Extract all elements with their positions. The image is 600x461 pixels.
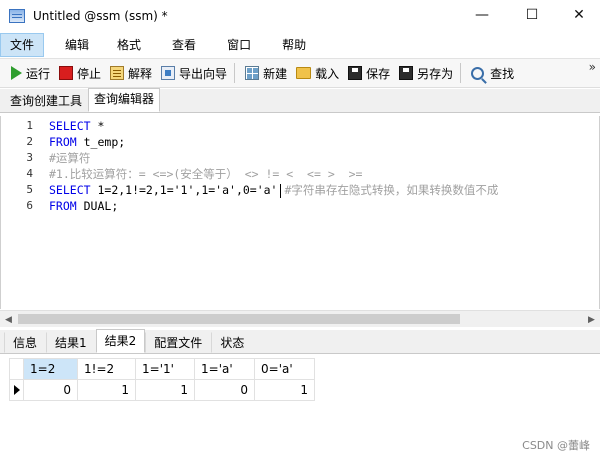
export-wizard-label: 导出向导 bbox=[179, 66, 228, 81]
result-grid-area: 1=2 1!=2 1='1' 1='a' 0='a' 0 1 1 0 1 CSD… bbox=[0, 355, 600, 461]
stop-label: 停止 bbox=[77, 66, 102, 81]
code-line-4: #1.比较运算符：= <=>(安全等于） <> != < <= > >= bbox=[49, 167, 363, 181]
menu-bar: 文件 编辑 格式 查看 窗口 帮助 bbox=[0, 33, 600, 57]
code-line-2: FROM t_emp; bbox=[49, 134, 125, 150]
row-pointer-icon bbox=[14, 385, 20, 395]
sql-text: 1=2,1!=2,1='1',1='a',0='a' bbox=[90, 183, 278, 197]
line-number: 3 bbox=[26, 151, 33, 164]
sql-keyword: FROM bbox=[49, 135, 77, 149]
sql-text: DUAL; bbox=[76, 199, 119, 213]
stop-icon bbox=[59, 66, 74, 80]
close-button[interactable]: ✕ bbox=[556, 0, 600, 30]
save-label: 保存 bbox=[366, 66, 391, 81]
toolbar-separator bbox=[460, 63, 462, 83]
column-header[interactable]: 1='a' bbox=[194, 358, 255, 380]
result-tab-strip: 信息 结果1 结果2 配置文件 状态 bbox=[0, 329, 600, 354]
scroll-left-arrow-icon[interactable]: ◀ bbox=[0, 311, 17, 328]
save-as-button[interactable]: 另存为 bbox=[396, 62, 456, 84]
run-label: 运行 bbox=[26, 66, 51, 81]
run-button[interactable]: 运行 bbox=[8, 62, 53, 84]
tab-result-2[interactable]: 结果2 bbox=[95, 329, 146, 353]
save-as-label: 另存为 bbox=[417, 66, 454, 81]
maximize-button[interactable]: ☐ bbox=[509, 0, 555, 30]
tab-result-1[interactable]: 结果1 bbox=[46, 332, 96, 353]
menu-help[interactable]: 帮助 bbox=[273, 33, 315, 57]
result-grid: 1=2 1!=2 1='1' 1='a' 0='a' 0 1 1 0 1 bbox=[9, 358, 315, 401]
new-label: 新建 bbox=[263, 66, 288, 81]
sql-keyword: FROM bbox=[49, 199, 77, 213]
current-row-indicator bbox=[9, 379, 24, 401]
window-title: Untitled @ssm (ssm) * bbox=[33, 9, 168, 23]
tab-query-editor[interactable]: 查询编辑器 bbox=[88, 88, 161, 112]
line-number: 4 bbox=[26, 167, 33, 180]
grid-cell[interactable]: 1 bbox=[135, 379, 195, 401]
column-header[interactable]: 0='a' bbox=[254, 358, 315, 380]
text-caret bbox=[280, 183, 282, 198]
grid-cell[interactable]: 1 bbox=[77, 379, 136, 401]
grid-header-row: 1=2 1!=2 1='1' 1='a' 0='a' bbox=[9, 358, 315, 380]
menu-file[interactable]: 文件 bbox=[0, 33, 45, 57]
line-number: 2 bbox=[26, 135, 33, 148]
horizontal-scrollbar[interactable]: ◀ ▶ bbox=[0, 310, 600, 327]
grid-cell[interactable]: 1 bbox=[254, 379, 315, 401]
new-query-icon bbox=[245, 66, 260, 80]
line-number: 1 bbox=[26, 119, 33, 132]
line-number-gutter: 1 2 3 4 5 6 bbox=[1, 116, 41, 309]
menu-format[interactable]: 格式 bbox=[108, 33, 150, 57]
toolbar-overflow-button[interactable]: » bbox=[589, 61, 596, 73]
code-line-3: #运算符 bbox=[49, 151, 91, 165]
column-header[interactable]: 1!=2 bbox=[77, 358, 136, 380]
sql-comment: #字符串存在隐式转换，如果转换数值不成 bbox=[284, 183, 499, 197]
tab-query-builder[interactable]: 查询创建工具 bbox=[4, 90, 88, 112]
grid-cell[interactable]: 0 bbox=[23, 379, 78, 401]
sql-keyword: SELECT bbox=[49, 119, 91, 133]
line-number: 5 bbox=[26, 183, 33, 196]
menu-window[interactable]: 窗口 bbox=[218, 33, 260, 57]
grid-cell[interactable]: 0 bbox=[194, 379, 255, 401]
toolbar: 运行 停止 解释 导出向导 新建 载入 保存 另存为 查找 » bbox=[0, 58, 600, 88]
export-wizard-button[interactable]: 导出向导 bbox=[158, 62, 230, 84]
menu-edit[interactable]: 编辑 bbox=[56, 33, 98, 57]
watermark: CSDN @蕾峰 bbox=[522, 439, 590, 452]
scrollbar-thumb[interactable] bbox=[18, 314, 460, 324]
play-icon bbox=[11, 66, 22, 80]
code-line-1: SELECT * bbox=[49, 118, 104, 134]
save-icon bbox=[348, 66, 363, 80]
find-button[interactable]: 查找 bbox=[468, 62, 517, 84]
tab-status[interactable]: 状态 bbox=[211, 332, 253, 353]
load-button[interactable]: 载入 bbox=[293, 62, 342, 84]
explain-button[interactable]: 解释 bbox=[107, 62, 155, 84]
tab-profile[interactable]: 配置文件 bbox=[145, 332, 211, 353]
explain-label: 解释 bbox=[128, 66, 153, 81]
folder-icon bbox=[296, 67, 312, 79]
column-header[interactable]: 1=2 bbox=[23, 358, 78, 380]
row-header-corner bbox=[9, 358, 24, 380]
minimize-button[interactable]: — bbox=[459, 0, 505, 30]
save-as-icon bbox=[399, 66, 414, 80]
sql-keyword: SELECT bbox=[49, 183, 91, 197]
stop-button[interactable]: 停止 bbox=[56, 62, 104, 84]
new-button[interactable]: 新建 bbox=[242, 62, 290, 84]
search-icon bbox=[471, 66, 485, 80]
scroll-right-arrow-icon[interactable]: ▶ bbox=[583, 311, 600, 328]
title-bar: Untitled @ssm (ssm) * — ☐ ✕ bbox=[0, 0, 600, 32]
column-header[interactable]: 1='1' bbox=[135, 358, 195, 380]
load-label: 载入 bbox=[315, 66, 340, 81]
app-icon bbox=[9, 9, 25, 23]
toolbar-separator bbox=[234, 63, 236, 83]
code-line-5: SELECT 1=2,1!=2,1='1',1='a',0='a' #字符串存在隐… bbox=[49, 182, 498, 198]
sql-text: * bbox=[90, 119, 105, 133]
sql-editor[interactable]: 1 2 3 4 5 6 SELECT * FROM t_emp; #运算符 #1… bbox=[0, 116, 600, 309]
menu-view[interactable]: 查看 bbox=[163, 33, 205, 57]
sql-text: t_emp; bbox=[76, 135, 126, 149]
editor-tab-strip: 查询创建工具 查询编辑器 bbox=[0, 88, 600, 113]
code-line-6: FROM DUAL; bbox=[49, 198, 118, 214]
tab-info[interactable]: 信息 bbox=[4, 332, 46, 353]
find-label: 查找 bbox=[490, 66, 515, 81]
save-button[interactable]: 保存 bbox=[345, 62, 393, 84]
line-number: 6 bbox=[26, 199, 33, 212]
explain-icon bbox=[110, 66, 125, 80]
table-row[interactable]: 0 1 1 0 1 bbox=[9, 379, 315, 401]
export-icon bbox=[161, 66, 176, 80]
